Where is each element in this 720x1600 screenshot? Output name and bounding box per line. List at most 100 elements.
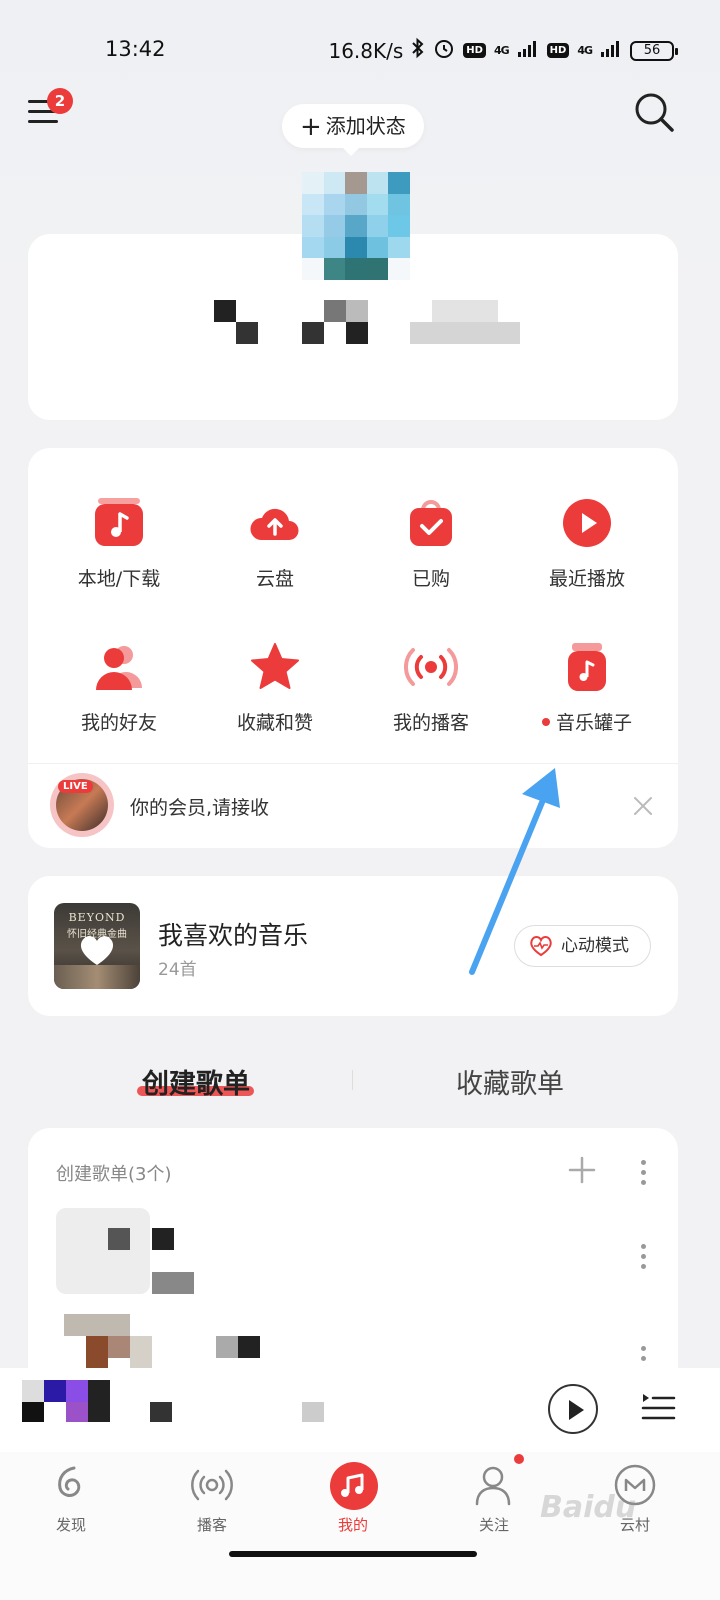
feature-label: 已购 <box>411 568 450 590</box>
feature-local-download[interactable]: 本地/下载 <box>44 496 194 591</box>
battery-indicator: 56 <box>630 40 678 61</box>
hd-badge-1: HD <box>463 43 486 58</box>
dot <box>640 1244 646 1249</box>
promo-text[interactable]: 你的会员,请接收 <box>130 793 269 820</box>
feature-my-friends[interactable]: 我的好友 <box>44 640 194 735</box>
search-icon <box>635 93 674 132</box>
play-button[interactable] <box>548 1384 598 1434</box>
feature-label-with-dot: 音乐罐子 <box>512 708 662 735</box>
status-pill-tail <box>342 147 360 156</box>
menu-icon-line <box>28 120 58 123</box>
avatar-pixel <box>302 193 324 216</box>
feature-my-podcast[interactable]: 我的播客 <box>356 640 506 735</box>
redacted-pixel <box>64 1314 130 1336</box>
avatar-pixel <box>366 236 389 259</box>
avatar-pixel <box>323 215 346 237</box>
podcast-icon <box>403 640 459 694</box>
feature-cloud-disk[interactable]: 云盘 <box>200 496 350 591</box>
heartbeat-icon <box>530 936 552 957</box>
divider <box>28 763 678 764</box>
liked-music-count: 24首 <box>158 960 197 980</box>
avatar-pixel <box>388 236 410 259</box>
nav-mine[interactable]: 我的 <box>308 1462 398 1535</box>
playlist-more-button[interactable] <box>639 1346 647 1366</box>
dot <box>640 1170 646 1175</box>
redacted-pixel <box>108 1336 130 1358</box>
close-button[interactable] <box>630 793 656 819</box>
avatar-pixel <box>388 193 410 216</box>
baidu-watermark: Baidu <box>540 1490 637 1525</box>
nav-podcast[interactable]: 播客 <box>167 1462 257 1535</box>
feature-label: 音乐罐子 <box>555 712 632 734</box>
avatar-pixel <box>366 258 389 280</box>
status-time: 13:42 <box>105 37 166 61</box>
status-icons: 16.8K/s HD 4G HD 4G 56 <box>328 37 678 64</box>
feature-music-jar[interactable]: 音乐罐子 <box>512 640 662 735</box>
nav-discover[interactable]: 发现 <box>26 1462 116 1535</box>
feature-recent-play[interactable]: 最近播放 <box>512 496 662 591</box>
dot <box>640 1180 646 1185</box>
playlist-more-button[interactable] <box>639 1244 647 1274</box>
home-indicator[interactable] <box>229 1551 477 1557</box>
playlist-section-header: 创建歌单(3个) <box>56 1164 172 1185</box>
avatar-pixel <box>302 258 324 280</box>
avatar-pixel <box>345 193 367 216</box>
redacted-pixel <box>108 1228 130 1250</box>
avatar-pixel <box>366 172 389 194</box>
redacted-pixel <box>152 1272 194 1294</box>
new-dot <box>541 718 550 726</box>
nav-follow[interactable]: 关注 <box>449 1462 539 1535</box>
redacted-pixel <box>216 1336 238 1358</box>
avatar-pixel <box>388 215 410 237</box>
dot <box>640 1346 646 1351</box>
redacted-pixel <box>44 1380 66 1402</box>
avatar-pixel <box>323 193 346 216</box>
feature-label: 本地/下载 <box>77 568 161 590</box>
feature-purchased[interactable]: 已购 <box>356 496 506 591</box>
avatar-pixel <box>302 236 324 259</box>
redacted-pixel <box>238 1336 260 1358</box>
redacted-pixel <box>66 1380 88 1402</box>
follow-notification-dot <box>514 1454 524 1464</box>
signal-bars-icon <box>517 39 539 63</box>
feature-favorites[interactable]: 收藏和赞 <box>200 640 350 735</box>
heart-mode-button[interactable]: 心动模式 <box>514 925 651 967</box>
dot <box>640 1356 646 1361</box>
redacted-pixel <box>22 1380 44 1402</box>
avatar-pixel <box>345 236 367 259</box>
redacted-pixel <box>22 1402 44 1422</box>
tab-collected-playlists[interactable]: 收藏歌单 <box>456 1062 564 1101</box>
feature-label: 我的播客 <box>392 712 469 734</box>
discover-icon <box>48 1462 94 1508</box>
menu-notification-badge: 2 <box>47 88 73 114</box>
avatar-pixel <box>345 172 367 194</box>
music-note-icon <box>330 1462 378 1510</box>
tab-separator <box>352 1070 353 1090</box>
redacted-pixel <box>88 1380 110 1422</box>
star-icon <box>248 640 302 694</box>
search-button[interactable] <box>632 90 676 134</box>
add-status-button[interactable]: + 添加状态 <box>282 104 424 148</box>
playlist-cover-redacted[interactable] <box>56 1208 150 1294</box>
tab-created-playlists[interactable]: 创建歌单 <box>142 1062 250 1101</box>
heart-mode-label: 心动模式 <box>561 936 629 956</box>
cover-photo-strip <box>54 965 140 989</box>
add-playlist-button[interactable] <box>568 1156 596 1184</box>
avatar-pixel <box>323 236 346 259</box>
redacted-pixel <box>66 1402 88 1422</box>
signal-bars-icon <box>600 39 622 63</box>
bluetooth-icon <box>411 37 425 64</box>
cloud-upload-icon <box>248 496 302 550</box>
hd-badge-2: HD <box>546 43 570 58</box>
avatar-pixel <box>345 215 367 237</box>
avatar[interactable] <box>302 172 410 280</box>
alarm-icon <box>433 37 455 64</box>
avatar-pixel <box>388 172 410 194</box>
avatar-pixel <box>323 172 346 194</box>
signal-4g-1: 4G <box>493 44 510 57</box>
avatar-pixel <box>366 193 389 216</box>
more-options-button[interactable] <box>639 1160 647 1190</box>
playlist-queue-button[interactable] <box>640 1388 676 1424</box>
avatar-pixel <box>302 172 324 194</box>
feature-label: 收藏和赞 <box>236 712 313 734</box>
